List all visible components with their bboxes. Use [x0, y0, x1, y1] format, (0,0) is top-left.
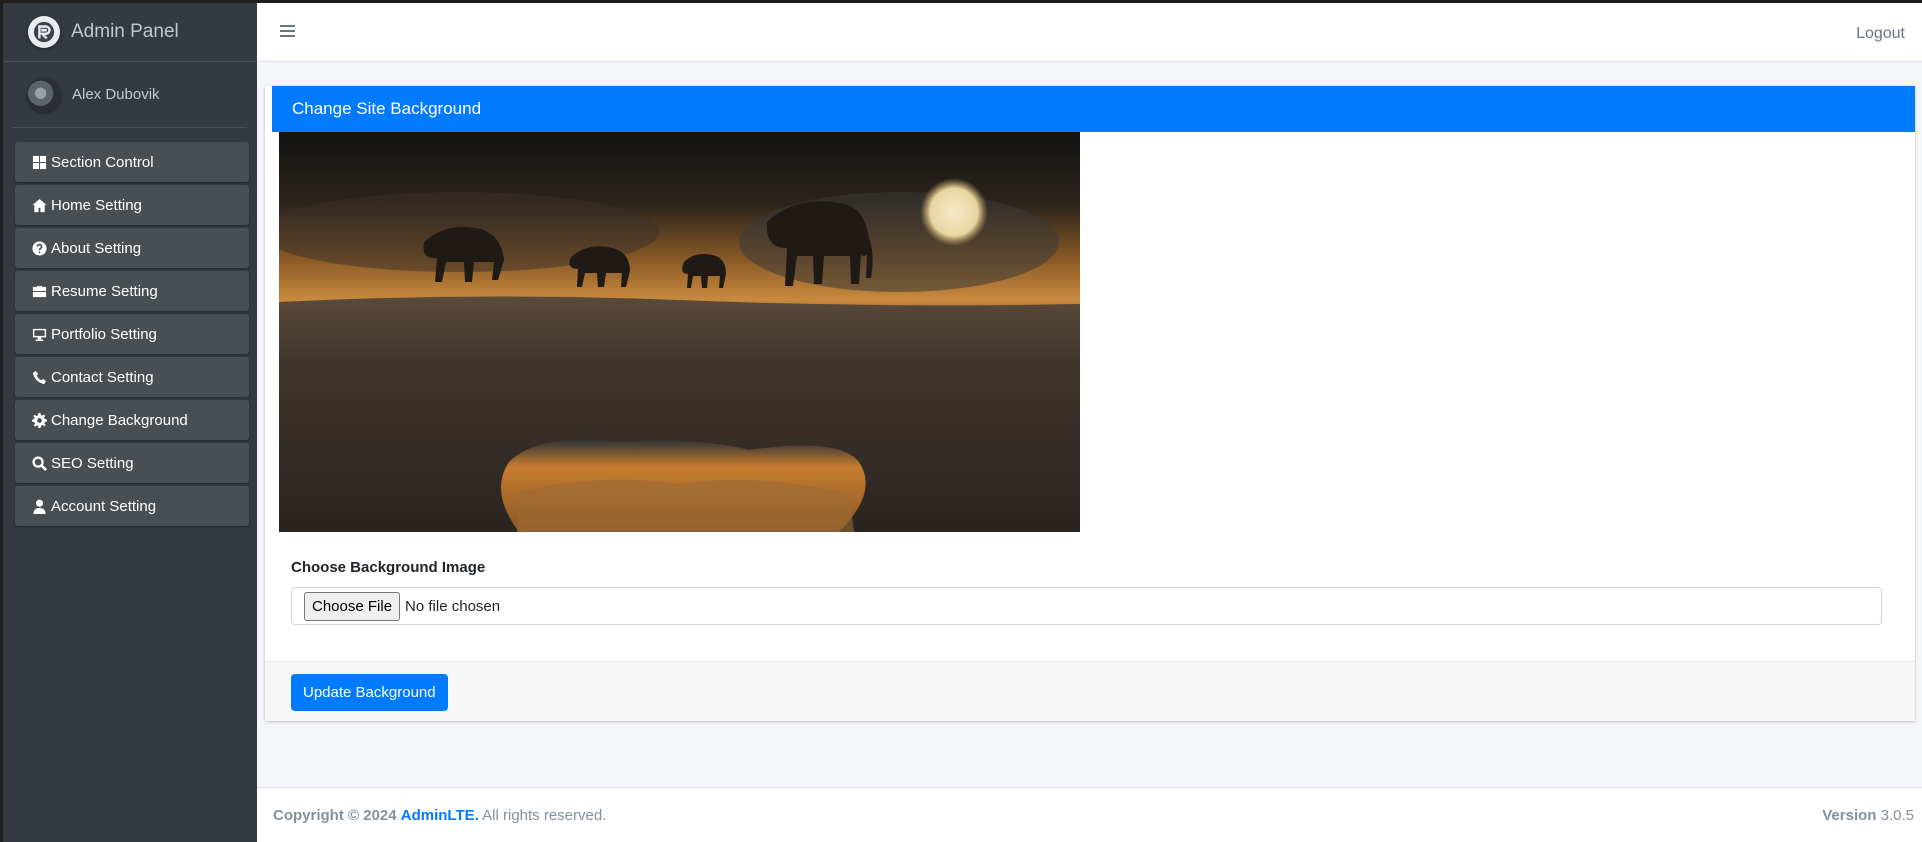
copyright-text: Copyright © 2024 AdminLTE. All rights re…: [273, 807, 606, 824]
sidebar-item-label: Portfolio Setting: [51, 325, 157, 343]
sidebar-item-contact-setting[interactable]: Contact Setting: [15, 357, 249, 397]
user-icon: [30, 498, 48, 514]
sidebar-item-section-control[interactable]: Section Control: [15, 142, 249, 182]
sidebar: Admin Panel Alex Dubovik Section Control…: [3, 3, 257, 842]
sidebar-item-about-setting[interactable]: About Setting: [15, 228, 249, 268]
page-footer: Copyright © 2024 AdminLTE. All rights re…: [257, 787, 1922, 842]
sidebar-item-label: Home Setting: [51, 196, 142, 214]
th-large-icon: [30, 154, 48, 170]
sidebar-item-label: Resume Setting: [51, 282, 158, 300]
question-circle-icon: [30, 240, 48, 256]
sidebar-item-label: SEO Setting: [51, 454, 134, 472]
file-status-text: No file chosen: [405, 597, 501, 615]
card-title: Change Site Background: [272, 86, 1915, 132]
app-window: Admin Panel Alex Dubovik Section Control…: [3, 3, 1922, 842]
choose-file-button[interactable]: Choose File: [304, 591, 401, 621]
sidebar-item-label: Contact Setting: [51, 368, 154, 386]
background-image-label: Choose Background Image: [291, 559, 486, 576]
phone-icon: [30, 369, 48, 385]
sidebar-item-resume-setting[interactable]: Resume Setting: [15, 271, 249, 311]
card-footer: Update Background: [265, 661, 1915, 721]
briefcase-icon: [30, 283, 48, 299]
main-content: Logout Change Site Background Choose Bac…: [257, 3, 1922, 842]
copyright-prefix: Copyright © 2024: [273, 806, 397, 824]
brand-title: Admin Panel: [71, 21, 179, 42]
sidebar-item-label: Section Control: [51, 153, 154, 171]
sidebar-item-seo-setting[interactable]: SEO Setting: [15, 443, 249, 483]
user-name: Alex Dubovik: [72, 86, 160, 103]
sidebar-nav: Section Control Home Setting About Setti…: [3, 128, 257, 526]
brand-logo-icon: [28, 16, 60, 48]
search-icon: [30, 455, 48, 471]
brand[interactable]: Admin Panel: [3, 3, 257, 62]
version-info: Version 3.0.5: [1822, 807, 1914, 824]
sidebar-item-label: About Setting: [51, 239, 142, 257]
version-value: 3.0.5: [1880, 806, 1914, 824]
home-icon: [30, 197, 48, 213]
sidebar-item-label: Change Background: [51, 411, 188, 429]
version-label: Version: [1822, 806, 1877, 824]
sidebar-item-account-setting[interactable]: Account Setting: [15, 486, 249, 526]
update-background-button[interactable]: Update Background: [291, 674, 448, 711]
sidebar-item-label: Account Setting: [51, 497, 157, 515]
background-card: Change Site Background Choose Background…: [265, 86, 1915, 721]
top-navbar: Logout: [257, 3, 1922, 62]
background-file-input[interactable]: Choose File No file chosen: [291, 587, 1882, 625]
rights-text: All rights reserved.: [482, 806, 607, 824]
menu-toggle-icon[interactable]: [280, 25, 295, 39]
background-preview-image: [279, 132, 1080, 532]
sidebar-item-change-background[interactable]: Change Background: [15, 400, 249, 440]
adminlte-link[interactable]: AdminLTE.: [401, 807, 479, 824]
avatar: [27, 77, 61, 112]
logout-link[interactable]: Logout: [1856, 25, 1905, 43]
desktop-icon: [30, 326, 48, 342]
user-panel[interactable]: Alex Dubovik: [13, 62, 247, 128]
sidebar-item-portfolio-setting[interactable]: Portfolio Setting: [15, 314, 249, 354]
sidebar-item-home-setting[interactable]: Home Setting: [15, 185, 249, 225]
gear-icon: [30, 412, 48, 428]
